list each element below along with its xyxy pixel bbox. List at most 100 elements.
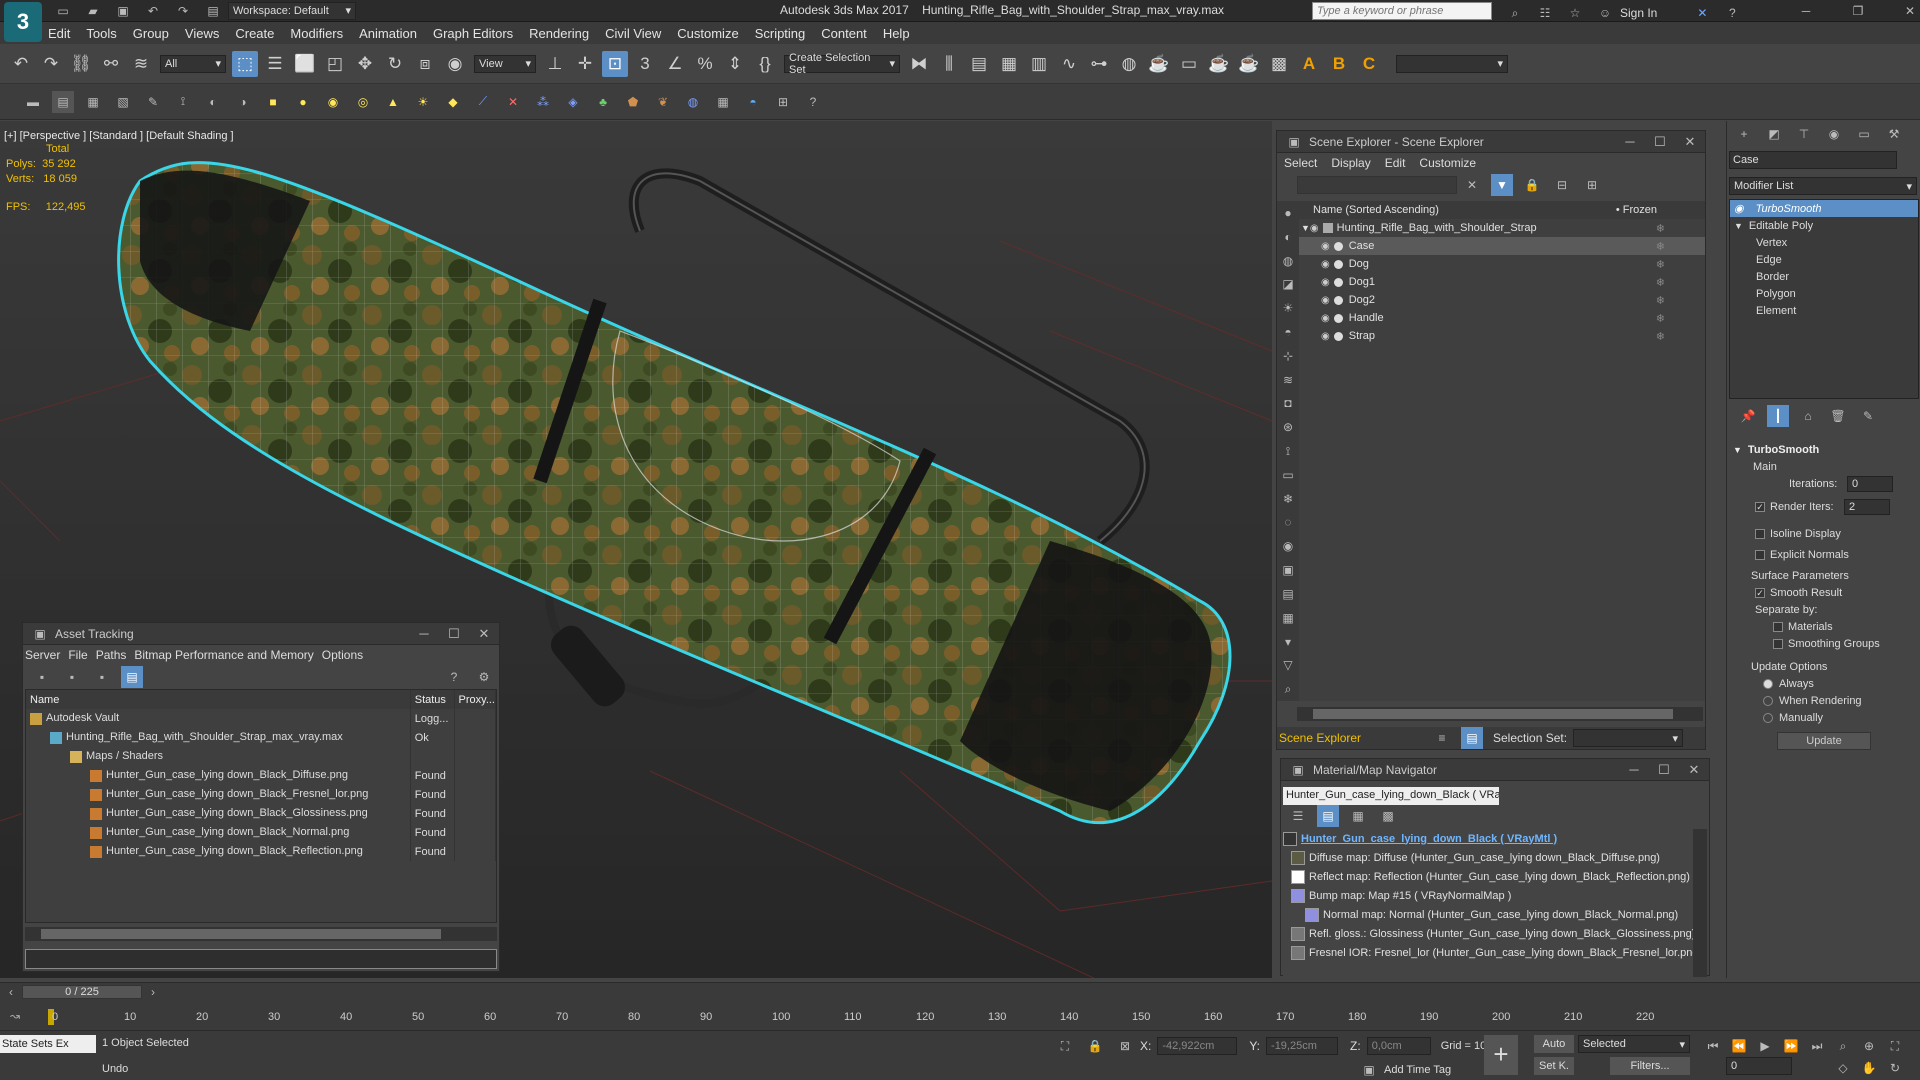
project-icon[interactable]: ▤ — [202, 0, 224, 22]
update-button[interactable]: Update — [1777, 732, 1871, 750]
create-tab-icon[interactable]: + — [1733, 123, 1755, 145]
menu-edit[interactable]: Edit — [1385, 156, 1406, 170]
text-c-icon[interactable]: C — [1356, 51, 1382, 77]
horizontal-scrollbar[interactable] — [1297, 707, 1703, 721]
render-cloud-icon[interactable]: ▩ — [1266, 51, 1292, 77]
set-key-button[interactable]: Set K. — [1534, 1057, 1574, 1075]
next-frame-icon[interactable]: › — [142, 981, 164, 1003]
when-rendering-radio[interactable] — [1763, 695, 1773, 706]
helper-icon[interactable]: ◐ — [202, 91, 224, 113]
x-coordinate-field[interactable]: -42,922cm — [1157, 1037, 1238, 1055]
vertical-scrollbar[interactable] — [1693, 829, 1707, 977]
select-object-icon[interactable]: ⬚ — [232, 50, 258, 77]
freeze-icon[interactable]: ❄ — [1656, 330, 1665, 343]
eye-icon[interactable]: ◉ — [1299, 331, 1330, 342]
render-iters-spinner[interactable] — [1844, 498, 1890, 515]
close-icon[interactable]: ✕ — [1888, 0, 1920, 22]
absolute-mode-icon[interactable]: ⊠ — [1114, 1035, 1136, 1057]
text-a-icon[interactable]: A — [1296, 51, 1322, 77]
map-diffuse[interactable]: Diffuse map: Diffuse (Hunter_Gun_case_ly… — [1283, 848, 1707, 867]
spacewarp-icon[interactable]: ◈ — [562, 91, 584, 113]
goto-start-icon[interactable]: ⏮ — [1702, 1035, 1724, 1057]
shape-icon[interactable]: ✕ — [502, 91, 524, 113]
groups-icon[interactable]: ◘ — [1277, 393, 1299, 415]
stack-editable-poly[interactable]: ▼ Editable Poly — [1730, 217, 1918, 234]
find-field[interactable] — [1297, 176, 1457, 194]
explicit-normals-checkbox[interactable] — [1755, 549, 1765, 560]
material-navigator-titlebar[interactable]: ▣ Material/Map Navigator ─ ☐ ✕ — [1281, 759, 1709, 781]
rollout-header[interactable]: ▼ TurboSmooth — [1733, 441, 1920, 458]
smoothing-groups-checkbox[interactable] — [1773, 638, 1783, 649]
play-icon[interactable]: ▶ — [1754, 1035, 1776, 1057]
track-bar[interactable]: ↝ 0 10 20 30 40 50 60 70 80 90 100 110 120 130 140 150 1… — [0, 1005, 1720, 1029]
map-fresnel[interactable]: Fresnel IOR: Fresnel_lor (Hunter_Gun_cas… — [1283, 943, 1707, 962]
open-file-icon[interactable]: ▰ — [82, 0, 104, 22]
link-icon[interactable]: ⛓ — [68, 51, 94, 77]
iterations-spinner[interactable] — [1847, 475, 1893, 492]
col-name[interactable]: Name — [26, 690, 411, 709]
fov-icon[interactable]: ◇ — [1832, 1057, 1854, 1079]
menu-group[interactable]: Group — [133, 26, 169, 41]
rotate-icon[interactable]: ↻ — [382, 51, 408, 77]
layer-select-icon[interactable]: ▧ — [112, 91, 134, 113]
z-coordinate-field[interactable]: 0,0cm — [1366, 1037, 1431, 1055]
table-row[interactable]: Maps / Shaders — [26, 747, 497, 766]
filter-off-icon[interactable]: ▽ — [1277, 654, 1299, 676]
layer-explorer-icon[interactable]: ▦ — [996, 51, 1022, 77]
close-icon[interactable]: ✕ — [469, 626, 499, 642]
tree-item-dog2[interactable]: ◉ Dog2 ❄ — [1299, 291, 1705, 309]
edit-named-sets-icon[interactable]: {} — [752, 51, 778, 77]
display-none-icon[interactable]: ● — [1277, 202, 1299, 224]
table-row[interactable]: Hunter_Gun_case_lying down_Black_Diffuse… — [26, 766, 497, 785]
stack-element[interactable]: Element — [1730, 302, 1918, 319]
menu-create[interactable]: Create — [235, 26, 274, 41]
tree-item-case[interactable]: ◉ Case ❄ — [1299, 237, 1705, 255]
menu-server[interactable]: Server — [25, 648, 60, 662]
tree-item-dog1[interactable]: ◉ Dog1 ❄ — [1299, 273, 1705, 291]
menu-customize[interactable]: Customize — [677, 26, 738, 41]
menu-animation[interactable]: Animation — [359, 26, 417, 41]
undo-icon[interactable]: ↶ — [8, 51, 34, 77]
show-end-result-icon[interactable]: ┃ — [1767, 405, 1789, 427]
hierarchy-icon[interactable]: ⊟ — [1551, 174, 1573, 196]
col-proxy[interactable]: Proxy... — [454, 690, 497, 709]
list-icons-icon[interactable]: ▤ — [1317, 805, 1339, 827]
maxscript-listener[interactable]: State Sets Ex — [0, 1035, 96, 1053]
ribbon-toggle-icon[interactable]: ▬ — [22, 91, 44, 113]
server-icon[interactable]: ▪ — [31, 666, 53, 688]
lock-icon[interactable]: 🔒 — [1521, 174, 1543, 196]
filter-icon[interactable]: ▼ — [1491, 174, 1513, 196]
material-editor-icon[interactable]: ◍ — [1116, 51, 1142, 77]
minimize-icon[interactable]: ─ — [1615, 134, 1645, 150]
display-all-icon[interactable]: ◐ — [1277, 226, 1299, 248]
maximize-icon[interactable]: ☐ — [439, 626, 469, 642]
key-filter-dropdown[interactable]: Selected ▾ — [1578, 1035, 1690, 1053]
angle-snap-icon[interactable]: ∠ — [662, 51, 688, 77]
freeze-icon[interactable]: ❄ — [1656, 222, 1665, 235]
selection-set-dropdown[interactable]: Create Selection Set ▾ — [784, 52, 900, 76]
maximize-icon[interactable]: ☐ — [1645, 134, 1675, 150]
pivot-icon[interactable]: ⊥ — [542, 51, 568, 77]
make-unique-icon[interactable]: ⌂ — [1797, 405, 1819, 427]
display-tab-icon[interactable]: ▭ — [1853, 123, 1875, 145]
menu-display[interactable]: Display — [1331, 156, 1370, 170]
selection-filter-dropdown[interactable]: All ▾ — [160, 54, 226, 73]
configure-sets-icon[interactable]: ✎ — [1857, 405, 1879, 427]
hierarchy-tab-icon[interactable]: ⊤ — [1793, 123, 1815, 145]
helpers-icon[interactable]: ⊹ — [1277, 345, 1299, 367]
select-by-name-icon[interactable]: ☰ — [262, 51, 288, 77]
teapot-icon[interactable]: ◍ — [682, 91, 704, 113]
goto-end-icon[interactable]: ⏭ — [1806, 1035, 1828, 1057]
horizontal-scrollbar[interactable] — [25, 927, 497, 941]
info-icon[interactable]: ? — [802, 91, 824, 113]
menu-customize[interactable]: Customize — [1419, 156, 1476, 170]
collapse-icon[interactable]: ▼ — [1734, 221, 1743, 231]
table-row[interactable]: Hunter_Gun_case_lying down_Black_Reflect… — [26, 842, 497, 861]
help-icon[interactable]: ? — [443, 666, 465, 688]
orbit-icon[interactable]: ↻ — [1884, 1057, 1906, 1079]
col-frozen[interactable]: • Frozen — [1616, 204, 1657, 216]
always-radio[interactable] — [1763, 678, 1773, 689]
place-icon[interactable]: ◉ — [442, 51, 468, 77]
search-input[interactable] — [1312, 2, 1492, 20]
table-row[interactable]: Hunter_Gun_case_lying down_Black_Glossin… — [26, 804, 497, 823]
